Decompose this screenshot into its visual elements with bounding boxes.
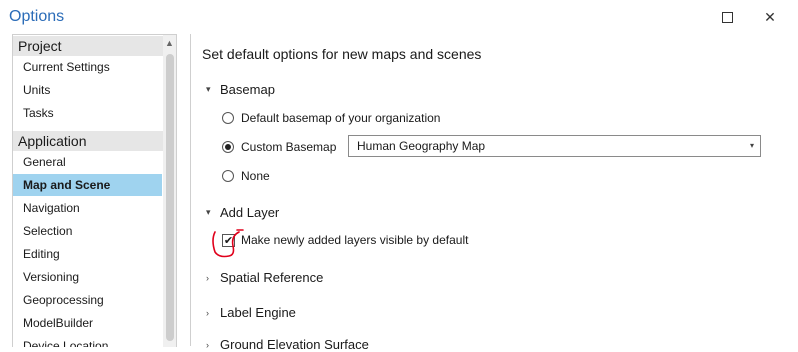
sidebar-item-general[interactable]: General bbox=[13, 151, 162, 173]
red-annotation-scribble-icon bbox=[212, 229, 244, 258]
section-spatial-reference-label: Spatial Reference bbox=[220, 270, 324, 285]
sidebar-item-editing[interactable]: Editing bbox=[13, 243, 162, 265]
sidebar-item-modelbuilder[interactable]: ModelBuilder bbox=[13, 312, 162, 334]
radio-button-icon[interactable] bbox=[222, 170, 234, 182]
chevron-down-icon: ▾ bbox=[206, 84, 211, 94]
visible-by-default-checkbox-row[interactable]: ✔ Make newly added layers visible by def… bbox=[222, 233, 468, 247]
sidebar-group-application: Application bbox=[13, 131, 163, 151]
options-sidebar: Project Current Settings Units Tasks App… bbox=[12, 34, 177, 347]
sidebar-item-geoprocessing[interactable]: Geoprocessing bbox=[13, 289, 162, 311]
title-bar: Options ✕ bbox=[0, 0, 798, 34]
section-ground-elevation-header[interactable]: › Ground Elevation Surface bbox=[206, 337, 369, 352]
sidebar-item-selection[interactable]: Selection bbox=[13, 220, 162, 242]
sidebar-item-versioning[interactable]: Versioning bbox=[13, 266, 162, 288]
sidebar-item-tasks[interactable]: Tasks bbox=[13, 102, 162, 124]
chevron-down-icon: ▾ bbox=[206, 207, 211, 217]
radio-button-icon[interactable] bbox=[222, 112, 234, 124]
sidebar-item-current-settings[interactable]: Current Settings bbox=[13, 56, 162, 78]
chevron-right-icon: › bbox=[206, 272, 209, 283]
section-add-layer-label: Add Layer bbox=[220, 205, 280, 220]
section-basemap-label: Basemap bbox=[220, 82, 275, 97]
sidebar-group-project: Project bbox=[13, 36, 163, 56]
radio-button-selected-icon[interactable] bbox=[222, 141, 234, 153]
scrollbar-thumb[interactable] bbox=[166, 54, 174, 341]
section-label-engine-label: Label Engine bbox=[220, 305, 296, 320]
radio-default-basemap[interactable]: Default basemap of your organization bbox=[222, 111, 440, 125]
section-ground-elevation-label: Ground Elevation Surface bbox=[220, 337, 369, 352]
scroll-up-icon[interactable]: ▲ bbox=[165, 38, 174, 48]
section-add-layer-header[interactable]: ▾ Add Layer bbox=[206, 205, 279, 220]
radio-none-basemap[interactable]: None bbox=[222, 169, 270, 183]
window-title: Options bbox=[9, 8, 65, 25]
visible-by-default-label: Make newly added layers visible by defau… bbox=[241, 233, 469, 247]
radio-custom-basemap[interactable]: Custom Basemap bbox=[222, 140, 336, 154]
dropdown-caret-icon: ▾ bbox=[749, 141, 754, 150]
radio-none-label: None bbox=[241, 169, 270, 183]
section-spatial-reference-header[interactable]: › Spatial Reference bbox=[206, 270, 323, 285]
radio-default-basemap-label: Default basemap of your organization bbox=[241, 111, 441, 125]
sidebar-item-units[interactable]: Units bbox=[13, 79, 162, 101]
custom-basemap-dropdown[interactable]: Human Geography Map ▾ bbox=[348, 135, 761, 157]
sidebar-item-map-and-scene[interactable]: Map and Scene bbox=[13, 174, 162, 196]
section-label-engine-header[interactable]: › Label Engine bbox=[206, 305, 296, 320]
dropdown-value: Human Geography Map bbox=[357, 139, 486, 153]
section-basemap-header[interactable]: ▾ Basemap bbox=[206, 82, 275, 97]
close-icon: ✕ bbox=[764, 8, 776, 25]
page-heading: Set default options for new maps and sce… bbox=[202, 46, 482, 62]
sidebar-scrollbar[interactable]: ▲ bbox=[163, 35, 176, 347]
options-content-pane: Set default options for new maps and sce… bbox=[190, 34, 798, 352]
chevron-right-icon: › bbox=[206, 307, 209, 318]
sidebar-item-device-location[interactable]: Device Location bbox=[13, 335, 162, 347]
close-button[interactable]: ✕ bbox=[759, 6, 781, 28]
window-left-frame bbox=[0, 34, 8, 346]
maximize-icon bbox=[721, 11, 733, 23]
radio-custom-basemap-label: Custom Basemap bbox=[241, 140, 337, 154]
chevron-right-icon: › bbox=[206, 339, 209, 350]
maximize-button[interactable] bbox=[716, 6, 738, 28]
sidebar-item-navigation[interactable]: Navigation bbox=[13, 197, 162, 219]
